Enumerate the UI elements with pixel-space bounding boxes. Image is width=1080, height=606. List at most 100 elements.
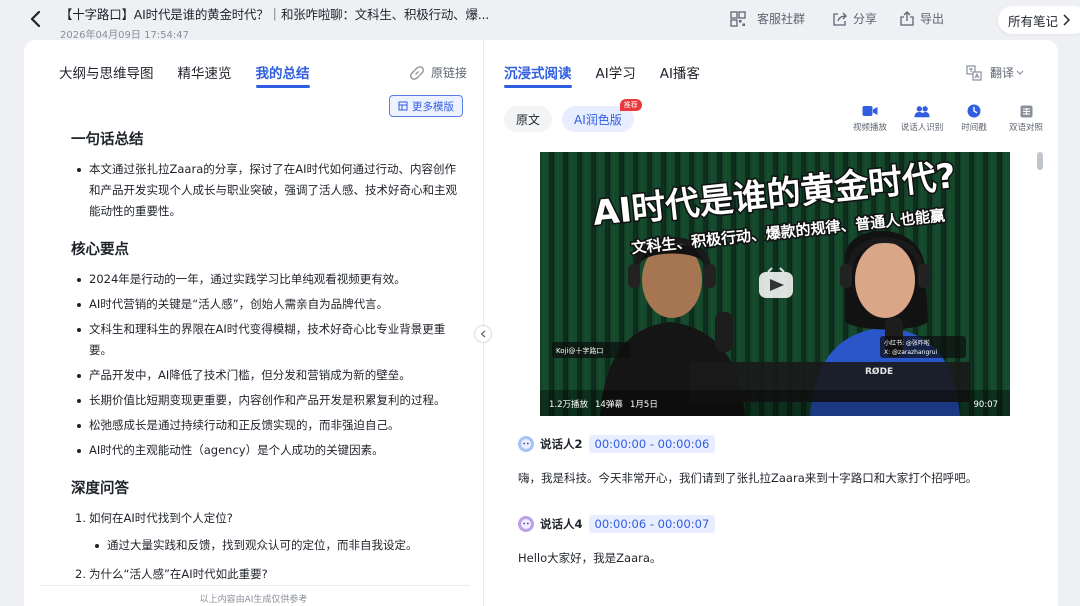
footer-divider: [40, 585, 470, 586]
translate-dropdown[interactable]: 翻译: [966, 64, 1024, 81]
translate-label: 翻译: [989, 66, 1014, 80]
video-thumbnail: RØDE AI时代是谁的黄金时代? 文科生、积极行动、爆款的规律、普通人也能赢 …: [540, 152, 1010, 416]
mode-original-button[interactable]: 原文: [504, 106, 553, 132]
tab-highlights[interactable]: 精华速览: [178, 62, 232, 86]
reader-tools: 视频播放 说话人识别 时间戳 双语对照: [844, 104, 1052, 133]
key-point-item: 松弛感成长是通过持续行动和正反馈实现的，而非强迫自己。: [71, 415, 463, 436]
qa-question-text: 如何在AI时代找到个人定位?: [89, 511, 233, 525]
timestamp-tool[interactable]: 时间戳: [948, 104, 1000, 133]
video-danmaku: 14弹幕: [595, 399, 623, 410]
chevron-down-icon: [1016, 70, 1024, 75]
original-link-label: 原链接: [430, 66, 467, 80]
tool-label: 时间戳: [961, 123, 987, 133]
export-button[interactable]: 导出: [899, 10, 944, 27]
tool-label: 视频播放: [852, 123, 887, 133]
qa-number: 1.: [75, 511, 86, 525]
tool-label: 说话人识别: [900, 123, 944, 133]
more-templates-label: 更多模版: [412, 100, 454, 113]
left-tabs: 大纲与思维导图 精华速览 我的总结: [59, 62, 310, 88]
mic-brand-text: RØDE: [865, 366, 893, 377]
scroll-thumb[interactable]: [1037, 152, 1043, 170]
mode-ai-label: AI润色版: [574, 112, 622, 127]
face-icon: [521, 519, 531, 529]
speaker-name: 说话人2: [540, 437, 583, 451]
qa-question: 1. 如何在AI时代找到个人定位?: [71, 508, 463, 529]
mode-ai-polished-button[interactable]: AI润色版 推荐: [562, 99, 642, 132]
summary-content: 一句话总结 本文通过张扎拉Zaara的分享，探讨了在AI时代如何通过行动、内容创…: [71, 128, 463, 591]
video-plays: 1.2万播放: [549, 399, 589, 410]
key-point-item: AI时代的主观能动性（agency）是个人成功的关键因素。: [71, 440, 463, 461]
original-link[interactable]: 原链接: [409, 64, 467, 81]
key-point-item: 2024年是行动的一年，通过实践学习比单纯观看视频更有效。: [71, 269, 463, 290]
qa-question: 2. 为什么“活人感”在AI时代如此重要?: [71, 564, 463, 585]
clock-icon: [966, 104, 982, 118]
all-notes-label: 所有笔记: [1007, 13, 1058, 29]
ai-disclaimer: 以上内容由AI生成仅供参考: [199, 595, 308, 605]
speaker-name: 说话人4: [540, 517, 583, 531]
collapse-pane-button[interactable]: [474, 325, 492, 343]
qa-answer: 通过大量实践和反馈，找到观众认可的定位，而非自我设定。: [71, 535, 463, 556]
bilingual-tool[interactable]: 双语对照: [1000, 104, 1052, 133]
speaker-timestamp[interactable]: 00:00:00 - 00:00:06: [588, 435, 716, 453]
key-point-item: 文科生和理科生的界限在AI时代变得模糊，技术好奇心比专业背景更重要。: [71, 319, 463, 361]
share-button[interactable]: 分享: [832, 10, 877, 27]
key-point-item: AI时代营销的关键是“活人感”，创始人需亲自为品牌代言。: [71, 294, 463, 315]
chevron-left-icon: [480, 330, 486, 338]
transcript-speaker: 说话人4 00:00:06 - 00:00:07: [518, 515, 716, 533]
recommend-badge: 推荐: [619, 99, 642, 111]
chevron-right-icon: [1063, 14, 1070, 26]
key-point-item: 长期价值比短期变现更重要，内容创作和产品开发是积累复利的过程。: [71, 390, 463, 411]
summary-pane: 大纲与思维导图 精华速览 我的总结 原链接 更多模版 一句话总结 本文通过张扎拉…: [24, 40, 483, 606]
speaker-avatar: [518, 516, 534, 532]
main-card: 大纲与思维导图 精华速览 我的总结 原链接 更多模版 一句话总结 本文通过张扎拉…: [24, 40, 1058, 606]
guest-tag-2: X: @zarazhangrui: [884, 349, 938, 356]
tab-immersive-reading[interactable]: 沉浸式阅读: [504, 62, 572, 88]
tab-my-summary[interactable]: 我的总结: [255, 62, 310, 88]
chevron-left-icon: [30, 11, 41, 27]
export-icon: [900, 10, 914, 26]
one-line-item: 本文通过张扎拉Zaara的分享，探讨了在AI时代如何通过行动、内容创作和产品开发…: [71, 159, 463, 222]
tab-ai-podcast[interactable]: AI播客: [660, 62, 700, 86]
speaker-avatar: [518, 436, 534, 452]
transcript-text: Hello大家好，我是Zaara。: [518, 551, 662, 565]
doc-title: 【十字路口】AI时代是谁的黄金时代？｜和张咋啦聊：文科生、积极行动、爆...: [60, 7, 490, 22]
community-label: 客服社群: [757, 12, 806, 26]
back-button[interactable]: [26, 9, 46, 29]
speaker-id-tool[interactable]: 说话人识别: [896, 104, 948, 133]
translate-icon: [966, 64, 982, 81]
community-button[interactable]: 客服社群: [730, 10, 805, 27]
tool-label: 双语对照: [1008, 123, 1043, 133]
key-point-item: 产品开发中，AI降低了技术门槛，但分发和营销成为新的壁垒。: [71, 365, 463, 386]
link-icon: [410, 65, 424, 80]
grid-icon: [730, 10, 746, 27]
all-notes-button[interactable]: 所有笔记: [997, 6, 1080, 34]
guest-tag-1: 小红书: @张咋啦: [884, 339, 930, 347]
video-camera-icon: [862, 104, 878, 118]
video-play-tool[interactable]: 视频播放: [844, 104, 896, 133]
more-templates-button[interactable]: 更多模版: [389, 95, 463, 117]
one-line-heading: 一句话总结: [71, 132, 144, 148]
share-icon: [833, 12, 847, 26]
doc-header: 【十字路口】AI时代是谁的黄金时代？｜和张咋啦聊：文科生、积极行动、爆... 2…: [60, 4, 520, 41]
host-tag: Koji@十字路口: [556, 346, 603, 355]
template-icon: [398, 101, 408, 111]
qa-heading: 深度问答: [71, 481, 129, 497]
mode-switch: 原文 AI润色版 推荐: [504, 99, 642, 132]
qa-number: 2.: [75, 567, 86, 581]
face-icon: [521, 439, 531, 449]
tab-outline[interactable]: 大纲与思维导图: [59, 62, 154, 86]
video-duration: 90:07: [974, 400, 999, 410]
export-label: 导出: [920, 12, 945, 26]
play-icon: [759, 267, 793, 298]
video-player[interactable]: RØDE AI时代是谁的黄金时代? 文科生、积极行动、爆款的规律、普通人也能赢 …: [540, 152, 1010, 416]
doc-date: 2026年04月09日 17:54:47: [60, 30, 189, 41]
qa-question-text: 为什么“活人感”在AI时代如此重要?: [89, 567, 268, 581]
right-tabs: 沉浸式阅读 AI学习 AI播客: [504, 62, 700, 88]
share-label: 分享: [853, 12, 878, 26]
speaker-timestamp[interactable]: 00:00:06 - 00:00:07: [588, 515, 716, 533]
top-bar: 【十字路口】AI时代是谁的黄金时代？｜和张咋啦聊：文科生、积极行动、爆... 2…: [0, 0, 1080, 41]
transcript-scrollbar[interactable]: [1037, 152, 1043, 582]
tab-ai-learning[interactable]: AI学习: [596, 62, 636, 86]
key-points-heading: 核心要点: [71, 242, 129, 258]
people-icon: [914, 104, 930, 118]
